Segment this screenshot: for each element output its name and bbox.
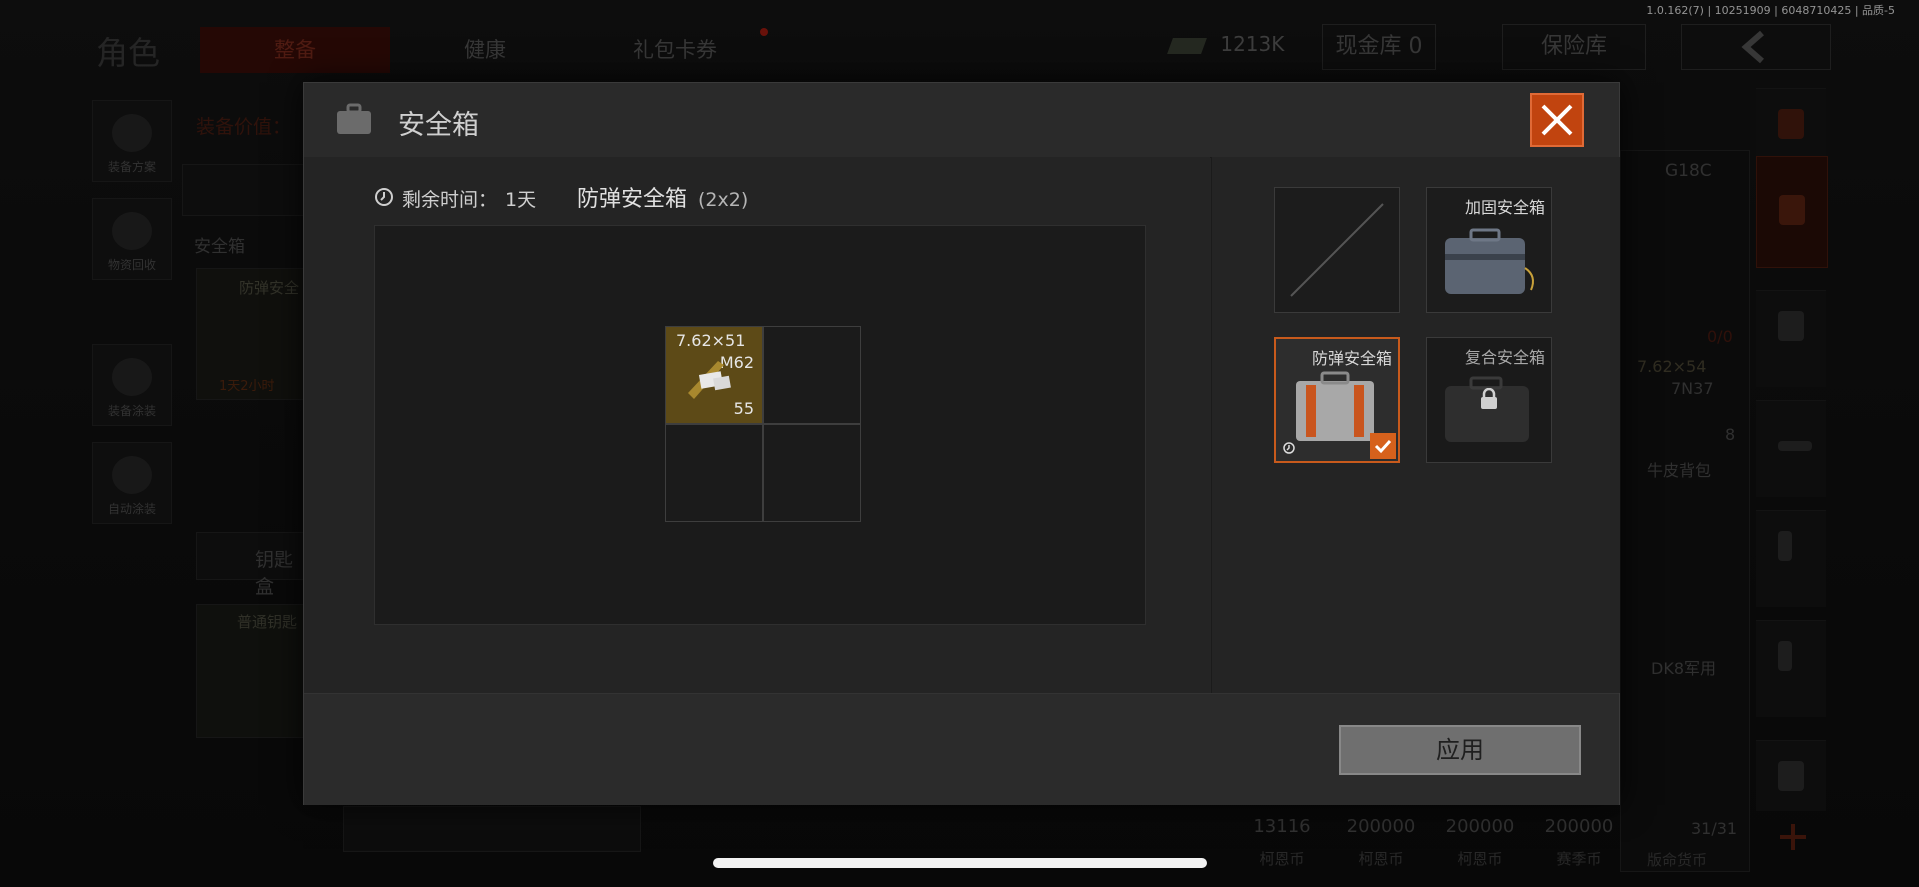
safe-box-contents-pane: 剩余时间： 1天 防弹安全箱 (2x2) 7.62×51 M62 55 [304,157,1210,693]
selected-check-badge [1370,433,1396,459]
reinforced-case-icon [1445,228,1534,294]
case-options-pane: 加固安全箱 防弹安全箱 复合安全箱 [1211,157,1620,693]
case-option-bulletproof[interactable]: 防弹安全箱 [1274,337,1400,463]
grid-cell[interactable] [763,326,861,424]
grid-cell[interactable] [763,424,861,522]
remaining-time: 剩余时间： 1天 [402,185,536,212]
close-button[interactable] [1530,93,1584,147]
composite-case-icon [1445,376,1529,442]
briefcase-icon [337,103,371,134]
apply-button[interactable]: 应用 [1339,725,1581,775]
case-option-name: 防弹安全箱 [1311,349,1392,368]
ammo-item-cell[interactable]: 7.62×51 M62 55 [665,326,763,424]
check-icon [1374,439,1392,454]
dialog-header: 安全箱 [304,83,1619,158]
case-option-name: 复合安全箱 [1464,348,1545,367]
case-option-reinforced[interactable]: 加固安全箱 [1426,187,1552,313]
case-option-empty[interactable] [1274,187,1400,313]
case-name: 防弹安全箱 [577,187,688,212]
safe-box-dialog: 安全箱 剩余时间： 1天 防弹安全箱 (2x2) 7.62×51 M62 55 [303,82,1620,805]
case-title: 防弹安全箱 (2x2) [577,181,748,213]
empty-slot-icon [1290,203,1384,297]
lock-icon [1481,388,1497,409]
clock-icon [1283,442,1295,454]
home-indicator[interactable] [713,858,1207,868]
dialog-title: 安全箱 [398,110,479,141]
inventory-grid-area: 7.62×51 M62 55 [374,225,1146,625]
remaining-label: 剩余时间： [402,189,498,211]
case-option-name: 加固安全箱 [1464,198,1545,217]
case-size: (2x2) [698,189,749,211]
clock-icon [375,188,393,206]
close-icon [1541,104,1573,136]
grid-cell[interactable] [665,424,763,522]
remaining-value: 1天 [505,189,537,211]
ammo-box-icon [688,361,731,399]
case-option-composite[interactable]: 复合安全箱 [1426,337,1552,463]
